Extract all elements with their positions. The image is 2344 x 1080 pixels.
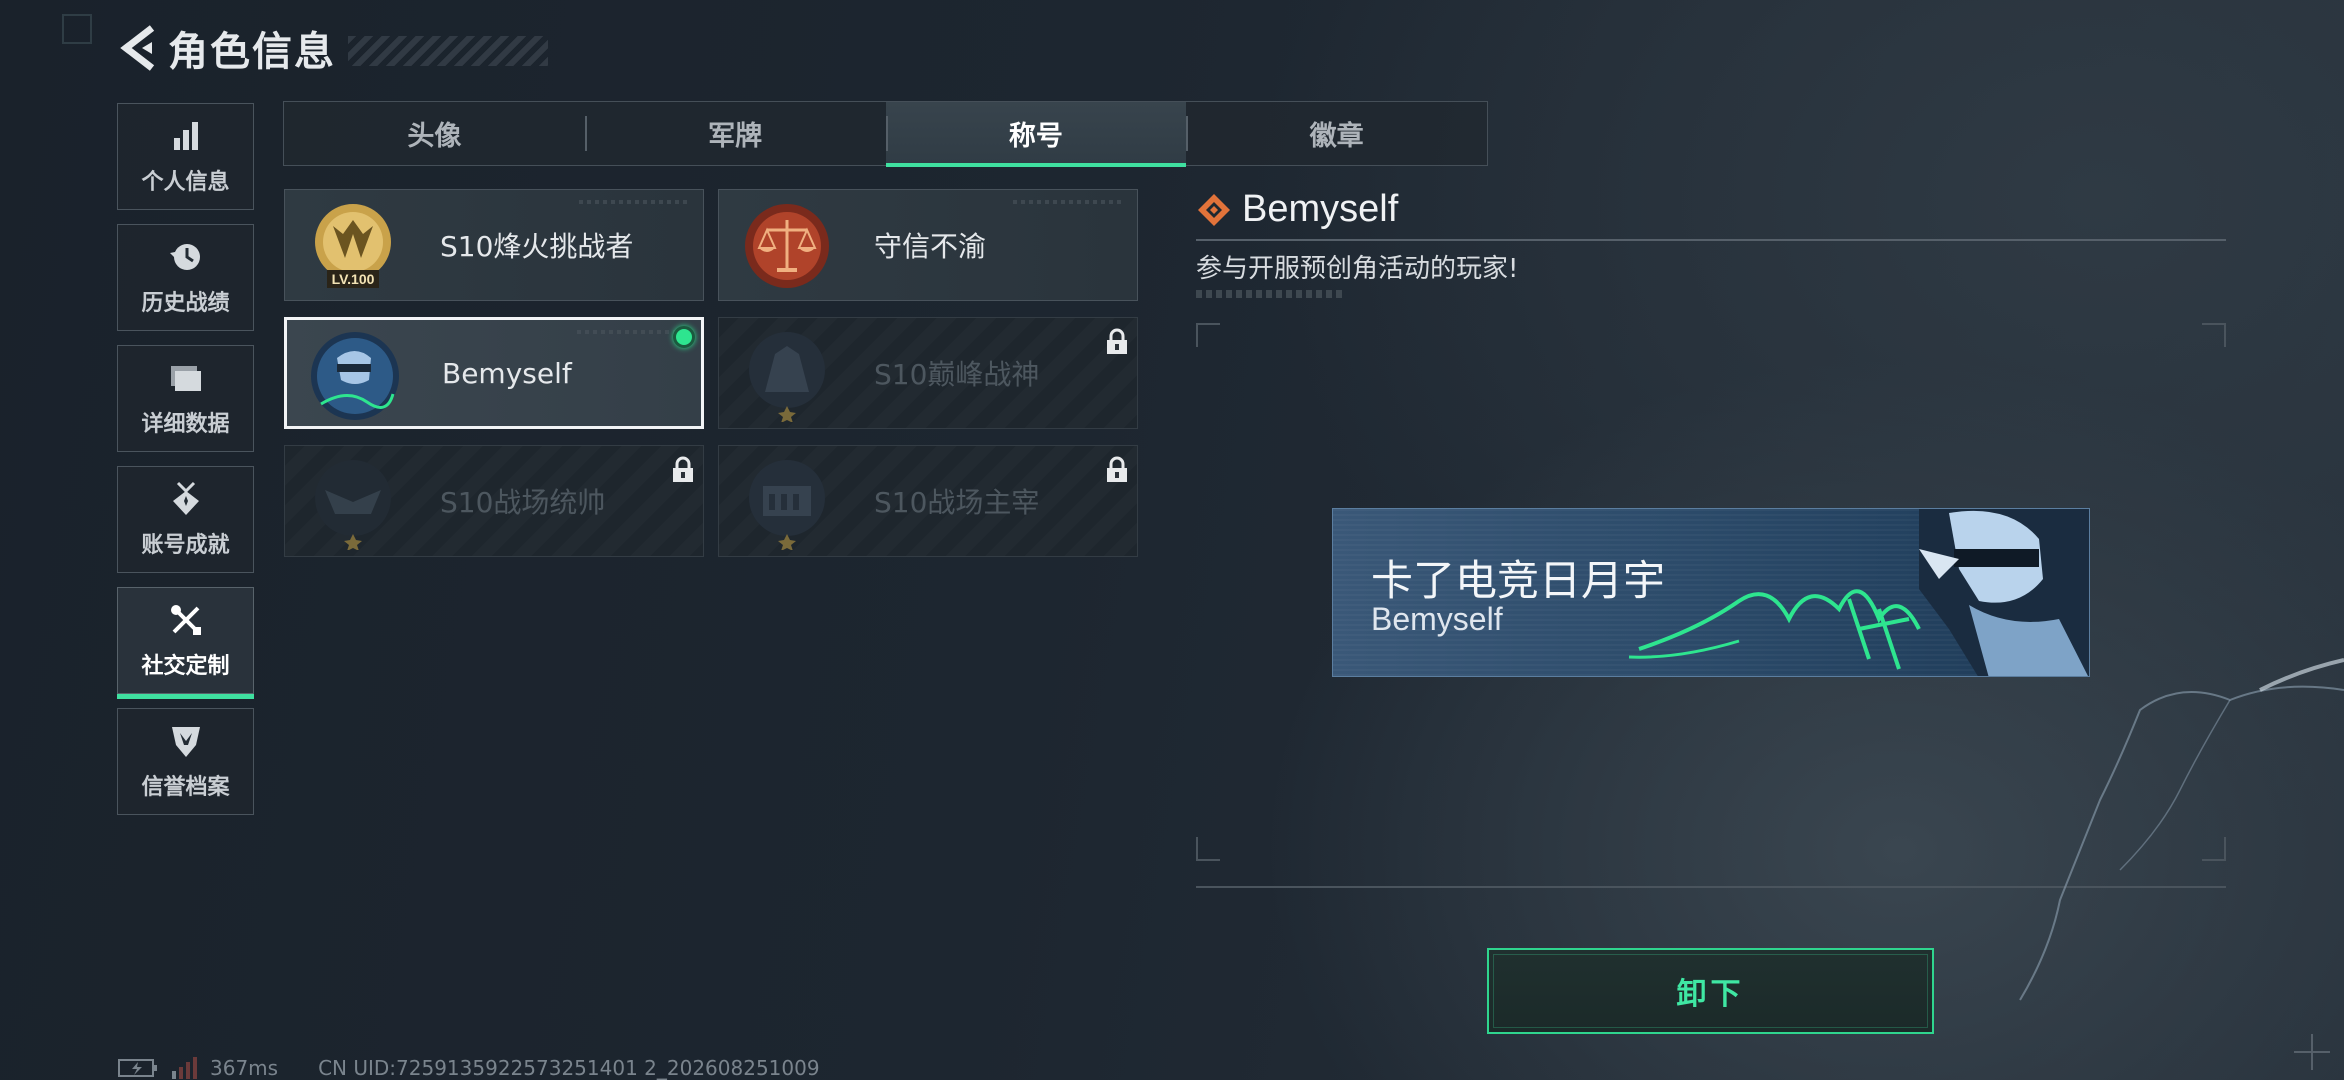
sidebar-item-detailed-data[interactable]: 详细数据 bbox=[117, 345, 254, 452]
title-banner-preview: 卡了电竞日月宇 Bemyself bbox=[1332, 508, 2090, 677]
justice-scale-emblem-icon bbox=[745, 204, 829, 288]
corner-marker bbox=[62, 14, 92, 44]
back-arrow-icon[interactable] bbox=[118, 24, 158, 72]
detail-title-name: Bemyself bbox=[1242, 188, 1399, 230]
sidebar-item-personal-info[interactable]: 个人信息 bbox=[117, 103, 254, 210]
tab-dogtag[interactable]: 军牌 bbox=[584, 102, 886, 165]
unequip-button[interactable]: 卸下 bbox=[1487, 948, 1934, 1034]
folder-icon bbox=[170, 365, 201, 391]
title-name: Bemyself bbox=[442, 356, 572, 390]
title-name: S10战场统帅 bbox=[440, 486, 606, 519]
title-name: S10战场主宰 bbox=[874, 486, 1040, 519]
soldier-signature-art-icon bbox=[1628, 509, 2089, 676]
tab-avatar[interactable]: 头像 bbox=[284, 102, 585, 165]
colosseum-emblem-icon bbox=[749, 460, 825, 550]
page-header: 角色信息 bbox=[118, 22, 548, 75]
gold-wings-emblem-icon: LV.100 bbox=[315, 204, 391, 288]
lock-icon bbox=[673, 456, 693, 482]
title-name: S10烽火挑战者 bbox=[440, 230, 634, 263]
medal-icon bbox=[172, 481, 199, 515]
bemyself-emblem-icon bbox=[311, 332, 399, 420]
sidebar-item-label: 详细数据 bbox=[141, 411, 230, 437]
sidebar-item-social-custom[interactable]: 社交定制 bbox=[117, 587, 254, 699]
user-uid: CN UID:7259135922573251401 2_20260825100… bbox=[318, 1056, 820, 1080]
title-card-bemyself[interactable]: Bemyself bbox=[284, 317, 704, 429]
battery-icon bbox=[118, 1059, 157, 1077]
sidebar-item-achievements[interactable]: 账号成就 bbox=[117, 466, 254, 573]
detail-header: Bemyself bbox=[1196, 188, 1398, 231]
title-card-trustworthy[interactable]: 守信不渝 bbox=[718, 189, 1138, 301]
tab-badge[interactable]: 徽章 bbox=[1186, 102, 1487, 165]
title-card-s10-dominator[interactable]: S10战场主宰 bbox=[718, 445, 1138, 557]
commander-emblem-icon bbox=[315, 460, 391, 550]
ping-value: 367ms bbox=[210, 1056, 279, 1080]
frame-corner bbox=[2202, 837, 2226, 861]
title-name: 守信不渝 bbox=[874, 230, 987, 263]
category-tabs: 头像 军牌 称号 徽章 bbox=[283, 101, 1488, 167]
lock-icon bbox=[1107, 456, 1127, 482]
card-deco bbox=[577, 330, 687, 334]
frame-corner bbox=[1196, 323, 1220, 347]
banner-title-name: Bemyself bbox=[1371, 601, 1503, 637]
title-stripes-decoration bbox=[348, 36, 548, 66]
lock-icon bbox=[1107, 328, 1127, 354]
crosshair-plus-icon bbox=[2294, 1034, 2330, 1070]
title-grid: LV.100 S10烽火挑战者 守信不渝 Bemyself S10巅峰战神 S1… bbox=[284, 189, 1140, 557]
svg-text:LV.100: LV.100 bbox=[332, 271, 375, 287]
detail-description: 参与开服预创角活动的玩家! bbox=[1196, 254, 1519, 284]
title-card-s10-commander[interactable]: S10战场统帅 bbox=[284, 445, 704, 557]
sidebar-item-label: 账号成就 bbox=[141, 532, 230, 558]
card-deco bbox=[579, 200, 689, 204]
divider bbox=[1196, 886, 2226, 888]
sidebar-item-label: 社交定制 bbox=[141, 653, 230, 679]
orange-diamond-icon bbox=[1198, 193, 1230, 226]
sidebar-item-label: 历史战绩 bbox=[141, 290, 230, 316]
frame-corner bbox=[1196, 837, 1220, 861]
sidebar-item-label: 信誉档案 bbox=[141, 774, 230, 800]
history-icon bbox=[169, 243, 200, 270]
signal-icon bbox=[172, 1057, 197, 1079]
unequip-label: 卸下 bbox=[1676, 977, 1745, 1012]
sidebar-item-label: 个人信息 bbox=[141, 169, 230, 195]
shield-icon bbox=[171, 726, 200, 757]
tools-icon bbox=[170, 604, 201, 635]
page-title: 角色信息 bbox=[168, 29, 336, 75]
sidebar: 个人信息 历史战绩 详细数据 账号成就 社交定制 信誉档案 bbox=[117, 103, 254, 829]
detail-subtext-decoration bbox=[1196, 290, 1346, 298]
title-card-s10-peak-warrior[interactable]: S10巅峰战神 bbox=[718, 317, 1138, 429]
equipped-indicator-icon bbox=[673, 326, 695, 348]
sidebar-item-history[interactable]: 历史战绩 bbox=[117, 224, 254, 331]
tab-title[interactable]: 称号 bbox=[885, 102, 1187, 167]
title-name: S10巅峰战神 bbox=[874, 358, 1040, 391]
frame-corner bbox=[2202, 323, 2226, 347]
status-bar: 367ms CN UID:7259135922573251401 2_20260… bbox=[118, 1056, 820, 1080]
sidebar-item-reputation[interactable]: 信誉档案 bbox=[117, 708, 254, 815]
title-card-s10-challenger[interactable]: LV.100 S10烽火挑战者 bbox=[284, 189, 704, 301]
bar-chart-icon bbox=[173, 121, 198, 150]
divider bbox=[1196, 239, 2226, 241]
peak-warrior-emblem-icon bbox=[749, 332, 825, 422]
card-deco bbox=[1013, 200, 1123, 204]
